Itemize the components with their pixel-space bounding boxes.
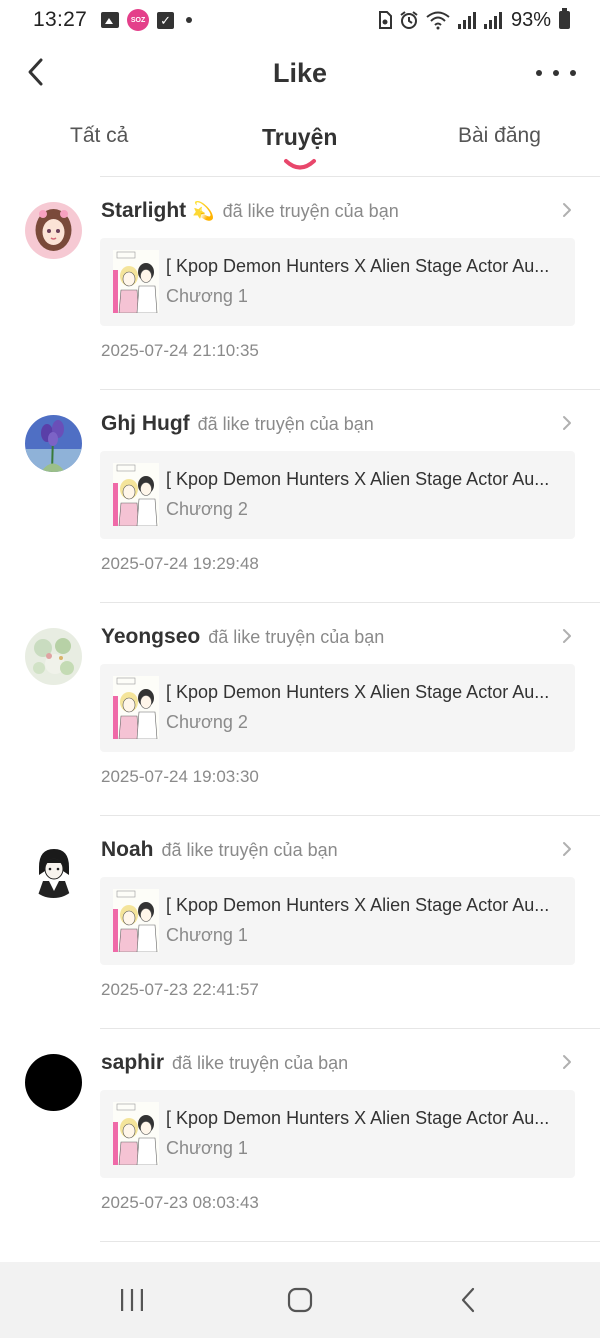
list-item[interactable]: Noah đã like truyện của bạn [Kpop Demon…	[0, 816, 600, 1029]
chapter-label: Chương 2	[166, 712, 248, 732]
story-title: [ Kpop Demon Hunters X Alien Stage Actor…	[166, 682, 550, 702]
avatar-image	[25, 1054, 82, 1111]
notification-icons: SOZ ✓	[101, 9, 193, 31]
system-nav-bar	[0, 1262, 600, 1338]
action-text: đã like truyện của bạn	[222, 201, 399, 221]
wifi-icon	[426, 11, 450, 30]
tab-all[interactable]: Tất cả	[70, 124, 128, 148]
tab-posts[interactable]: Bài đăng	[458, 124, 541, 148]
story-title: [ Kpop Demon Hunters X Alien Stage Actor…	[166, 1108, 550, 1128]
list-item[interactable]: Starlight 💫 đã like truyện của bạn [Kpo…	[0, 177, 600, 390]
chapter-label: Chương 2	[166, 499, 248, 519]
app-icon: SOZ	[127, 9, 150, 31]
user-name[interactable]: Yeongseo	[101, 625, 200, 649]
alarm-icon	[400, 11, 418, 29]
avatar[interactable]	[25, 841, 82, 898]
more-dot-icon	[553, 70, 559, 76]
story-cover	[113, 1102, 159, 1165]
story-title: [ Kpop Demon Hunters X Alien Stage Actor…	[166, 256, 550, 276]
timestamp: 2025-07-24 19:29:48	[101, 554, 259, 573]
timestamp: 2025-07-23 22:41:57	[101, 980, 259, 999]
status-time: 13:27	[33, 8, 88, 31]
signal-icon	[483, 12, 502, 29]
avatar-image	[25, 841, 82, 898]
check-icon: ✓	[157, 11, 175, 29]
action-text: đã like truyện của bạn	[172, 1053, 349, 1073]
like-summary: Noah đã like truyện của bạn	[101, 838, 338, 862]
signal-icon	[457, 12, 476, 29]
system-back-button[interactable]	[448, 1282, 488, 1318]
story-title: [ Kpop Demon Hunters X Alien Stage Actor…	[166, 469, 550, 489]
user-name[interactable]: Noah	[101, 838, 154, 862]
list-item[interactable]: saphir đã like truyện của bạn [Kpop Dem…	[0, 1029, 600, 1242]
avatar-image	[25, 628, 82, 685]
like-summary: Ghj Hugf đã like truyện của bạn	[101, 412, 374, 436]
chevron-right-icon[interactable]	[560, 627, 574, 645]
chapter-label: Chương 1	[166, 925, 248, 945]
chapter-label: Chương 1	[166, 286, 248, 306]
avatar[interactable]	[25, 628, 82, 685]
chevron-right-icon[interactable]	[560, 201, 574, 219]
story-title: [ Kpop Demon Hunters X Alien Stage Actor…	[166, 895, 550, 915]
tab-truyen[interactable]: Truyện	[262, 124, 337, 151]
story-card[interactable]: [ Kpop Demon Hunters X Alien Stage Actor…	[100, 451, 575, 539]
back-icon	[461, 1287, 475, 1313]
like-list: Starlight 💫 đã like truyện của bạn [Kpo…	[0, 177, 600, 1242]
timestamp: 2025-07-23 08:03:43	[101, 1193, 259, 1212]
more-dot-icon	[536, 70, 542, 76]
timestamp: 2025-07-24 19:03:30	[101, 767, 259, 786]
chevron-right-icon[interactable]	[560, 414, 574, 432]
story-card[interactable]: [ Kpop Demon Hunters X Alien Stage Actor…	[100, 1090, 575, 1178]
action-text: đã like truyện của bạn	[161, 840, 338, 860]
chevron-right-icon[interactable]	[560, 840, 574, 858]
avatar[interactable]	[25, 415, 82, 472]
avatar-image	[25, 202, 82, 259]
dot-icon	[186, 17, 193, 23]
recent-apps-icon	[121, 1289, 143, 1311]
battery-percent: 93%	[510, 8, 551, 31]
story-cover	[113, 250, 159, 313]
header: Like	[0, 40, 600, 110]
story-cover	[113, 889, 159, 952]
user-name[interactable]: Starlight	[101, 199, 186, 223]
system-icons: 93%	[377, 8, 570, 32]
home-button[interactable]	[280, 1282, 320, 1318]
sim-icon	[378, 11, 392, 29]
active-tab-indicator	[284, 159, 316, 170]
sparkle-emoji-icon: 💫	[192, 201, 215, 221]
user-name[interactable]: saphir	[101, 1051, 164, 1075]
like-summary: Starlight 💫 đã like truyện của bạn	[101, 199, 399, 223]
more-dot-icon	[570, 70, 576, 76]
divider	[100, 1241, 600, 1242]
chapter-label: Chương 1	[166, 1138, 248, 1158]
story-card[interactable]: [ Kpop Demon Hunters X Alien Stage Actor…	[100, 664, 575, 752]
list-item[interactable]: Ghj Hugf đã like truyện của bạn [Kpop D…	[0, 390, 600, 603]
timestamp: 2025-07-24 21:10:35	[101, 341, 259, 360]
list-item[interactable]: Yeongseo đã like truyện của bạn [Kpop D…	[0, 603, 600, 816]
avatar[interactable]	[25, 1054, 82, 1111]
page-title: Like	[272, 58, 328, 88]
action-text: đã like truyện của bạn	[197, 414, 374, 434]
user-name[interactable]: Ghj Hugf	[101, 412, 190, 436]
action-text: đã like truyện của bạn	[208, 627, 385, 647]
story-cover	[113, 463, 159, 526]
battery-icon	[559, 8, 570, 29]
story-cover	[113, 676, 159, 739]
like-summary: Yeongseo đã like truyện của bạn	[101, 625, 384, 649]
story-card[interactable]: [ Kpop Demon Hunters X Alien Stage Actor…	[100, 877, 575, 965]
home-icon	[287, 1287, 313, 1313]
avatar[interactable]	[25, 202, 82, 259]
avatar-image	[25, 415, 82, 472]
story-card[interactable]: [ Kpop Demon Hunters X Alien Stage Actor…	[100, 238, 575, 326]
recent-apps-button[interactable]	[112, 1282, 152, 1318]
like-summary: saphir đã like truyện của bạn	[101, 1051, 348, 1075]
status-bar: 13:27 SOZ ✓ 93%	[0, 0, 600, 40]
gallery-icon	[101, 12, 120, 28]
tab-bar: Tất cả Truyện Bài đăng	[0, 110, 600, 176]
chevron-right-icon[interactable]	[560, 1053, 574, 1071]
more-options-button[interactable]	[536, 62, 576, 84]
